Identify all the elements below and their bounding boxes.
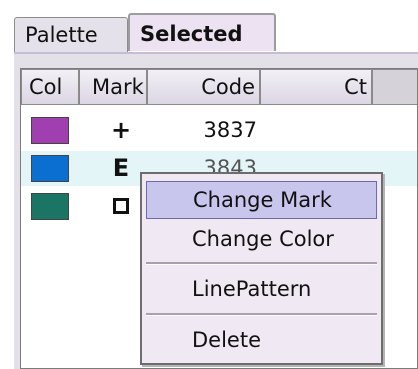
color-swatch[interactable] (31, 117, 69, 144)
column-header-mark[interactable]: Mark (79, 69, 147, 105)
column-header-code[interactable]: Code (147, 69, 260, 105)
hollow-square-mark-icon (113, 198, 129, 214)
menu-item-delete[interactable]: Delete (146, 321, 377, 359)
column-header-col[interactable]: Col (21, 69, 79, 105)
tab-bar: Palette Selected (14, 13, 418, 53)
tab-selected[interactable]: Selected (128, 13, 276, 51)
tab-palette[interactable]: Palette (14, 17, 128, 52)
column-header-filler (372, 69, 417, 105)
color-swatch[interactable] (31, 193, 69, 220)
menu-separator (146, 262, 377, 265)
context-menu: Change Mark Change Color LinePattern Del… (140, 172, 383, 365)
menu-item-change-mark[interactable]: Change Mark (146, 181, 377, 219)
menu-separator (146, 313, 377, 316)
menu-item-change-color[interactable]: Change Color (146, 220, 377, 258)
e-mark-icon: E (112, 154, 130, 182)
table-row[interactable]: + 3837 (21, 113, 417, 148)
column-header-ct[interactable]: Ct (260, 69, 372, 105)
menu-item-line-pattern[interactable]: LinePattern (146, 270, 377, 308)
code-cell: 3837 (203, 118, 257, 142)
color-swatch[interactable] (31, 155, 69, 182)
plus-mark-icon: + (110, 116, 132, 144)
